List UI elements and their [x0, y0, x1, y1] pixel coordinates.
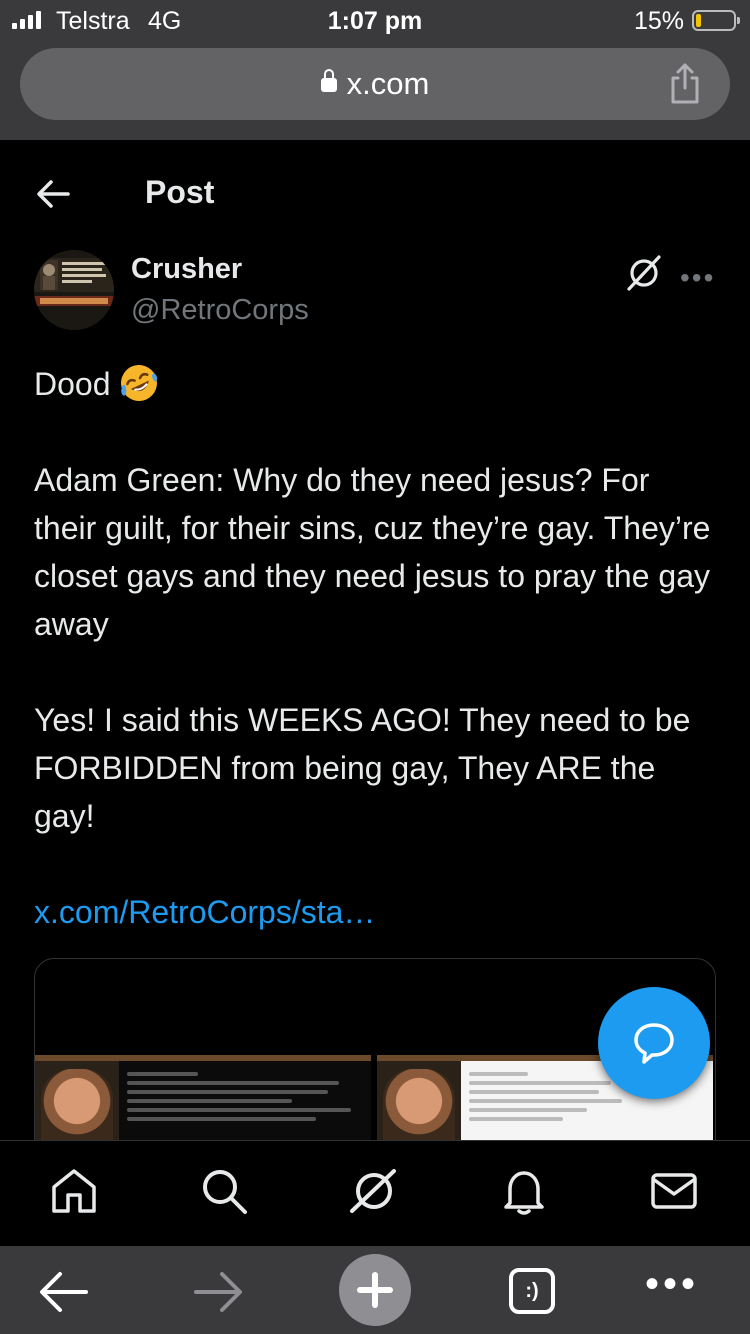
home-icon[interactable] [48, 1165, 100, 1217]
status-bar: Telstra 4G 1:07 pm 15% [0, 0, 750, 42]
post-link-line: x.com/RetroCorps/sta… [34, 888, 714, 936]
notifications-icon[interactable] [498, 1165, 550, 1217]
grok-icon[interactable] [624, 253, 664, 293]
search-icon[interactable] [198, 1165, 250, 1217]
battery-level [696, 14, 701, 27]
browser-toolbar: :) ••• [0, 1246, 750, 1334]
browser-back-icon[interactable] [36, 1264, 92, 1320]
browser-forward-icon[interactable] [190, 1264, 246, 1320]
chat-bubble-icon [634, 1023, 674, 1064]
person-thumbnail [41, 1069, 113, 1149]
grok-icon[interactable] [348, 1165, 400, 1217]
reply-compose-button[interactable] [598, 987, 710, 1099]
battery-icon [692, 10, 740, 31]
new-tab-button[interactable] [339, 1254, 411, 1326]
post-link[interactable]: x.com/RetroCorps/sta… [34, 894, 375, 930]
address-text[interactable]: x.com [20, 66, 730, 102]
address-bar[interactable]: x.com [20, 48, 730, 120]
person-thumbnail [383, 1069, 455, 1149]
avatar[interactable] [34, 250, 114, 330]
messages-icon[interactable] [648, 1165, 700, 1217]
post-paragraph: Dood [34, 360, 714, 408]
back-arrow-icon[interactable] [34, 174, 74, 214]
author-handle[interactable]: @RetroCorps [131, 294, 309, 327]
post-body: Dood Adam Green: Why do they need jesus?… [34, 360, 714, 984]
share-icon[interactable] [668, 62, 702, 104]
tabs-button[interactable]: :) [509, 1268, 555, 1314]
bottom-tab-bar [0, 1140, 750, 1246]
post-paragraph: Yes! I said this WEEKS AGO! They need to… [34, 702, 691, 834]
rolling-on-floor-laughing-emoji-icon [120, 365, 157, 401]
author-name[interactable]: Crusher [131, 253, 242, 286]
browser-more-button[interactable]: ••• [645, 1262, 699, 1307]
page-title: Post [145, 174, 215, 210]
post-paragraph: Adam Green: Why do they need jesus? For … [34, 462, 711, 642]
battery-percent: 15% [633, 7, 684, 35]
more-options-icon[interactable]: ••• [680, 262, 715, 294]
post-paragraph-text: Dood [34, 366, 111, 402]
lock-icon [320, 69, 337, 92]
post-header: Post [0, 140, 750, 248]
browser-address-area: x.com [0, 42, 750, 140]
url-label: x.com [346, 66, 430, 101]
